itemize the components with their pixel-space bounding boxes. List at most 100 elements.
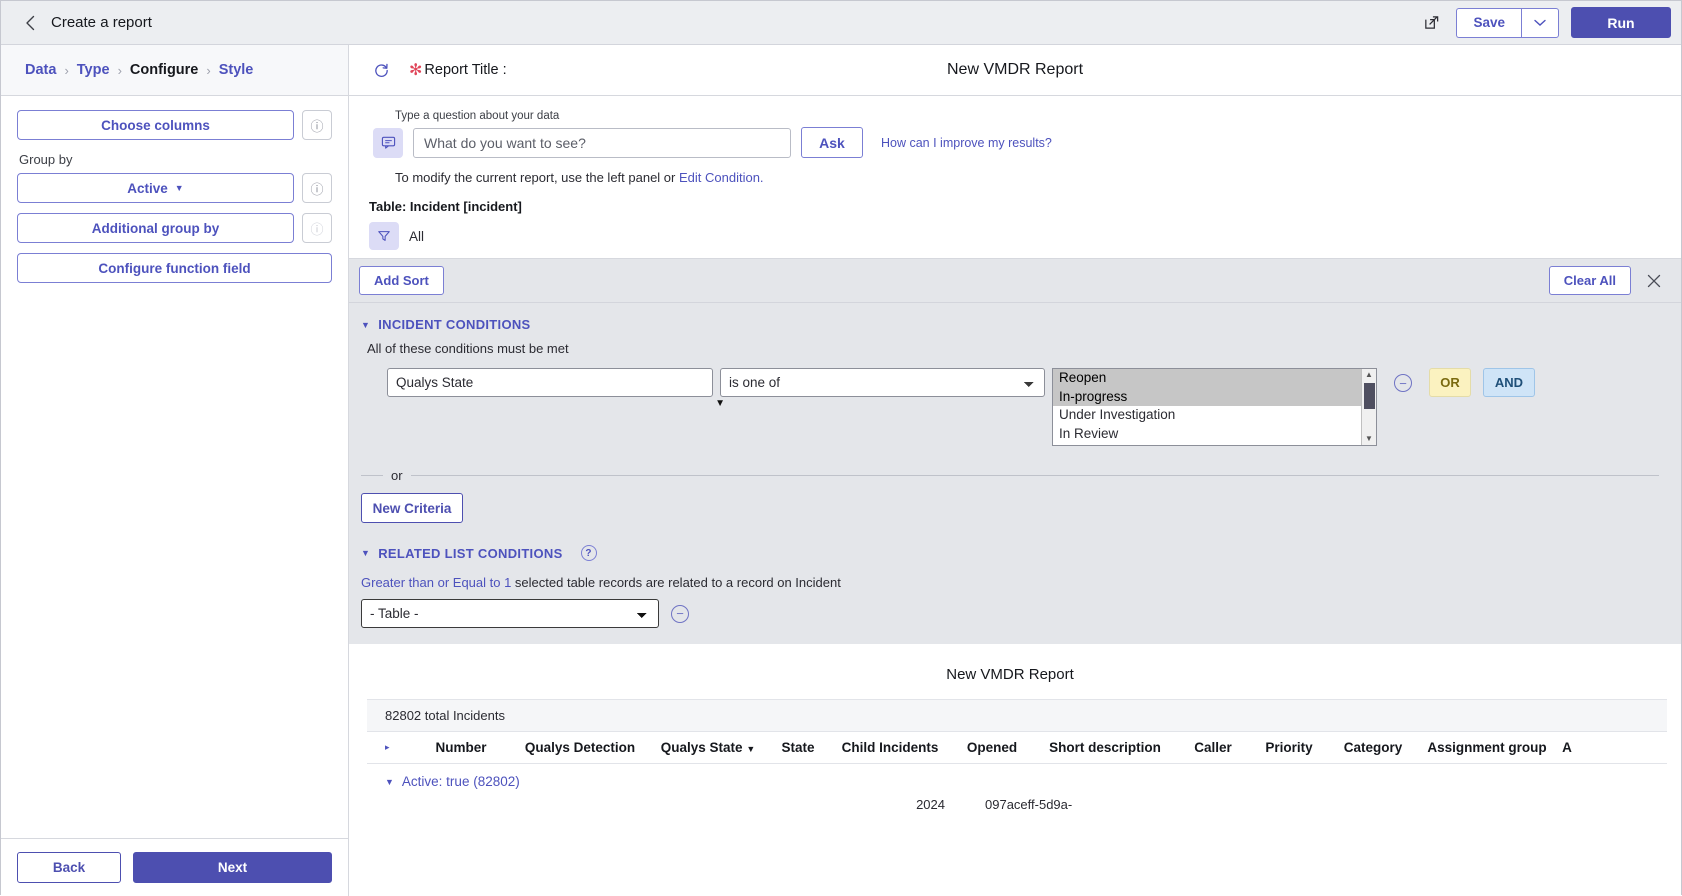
choose-columns-button[interactable]: Choose columns (17, 110, 294, 140)
group-by-value: Active (127, 181, 168, 196)
column-header-qualys-state[interactable]: Qualys State ▼ (649, 740, 767, 755)
preview-total: 82802 total Incidents (367, 699, 1667, 732)
info-icon[interactable]: ⓘ (302, 110, 332, 140)
ask-button[interactable]: Ask (801, 127, 863, 158)
divider-line (411, 475, 1659, 476)
remove-condition-icon[interactable]: − (1394, 374, 1412, 392)
page-title: Create a report (51, 14, 152, 31)
info-icon[interactable]: ⓘ (302, 213, 332, 243)
chevron-left-icon[interactable] (19, 12, 41, 34)
triangle-down-icon: ▼ (361, 320, 370, 330)
condition-value-option[interactable]: In Review (1053, 425, 1376, 444)
report-title-bar: ✻ Report Title : New VMDR Report (349, 45, 1681, 95)
breadcrumb-separator: › (118, 63, 122, 78)
condition-field-input[interactable] (387, 368, 713, 397)
related-table-select[interactable]: - Table - (361, 599, 659, 628)
related-list-count-link[interactable]: Greater than or Equal to 1 (361, 575, 511, 590)
configure-function-field-row: Configure function field (17, 253, 332, 283)
improve-results-link[interactable]: How can I improve my results? (881, 136, 1052, 150)
chevron-down-icon[interactable] (1521, 8, 1559, 38)
related-list-note: Greater than or Equal to 1 selected tabl… (349, 561, 1681, 590)
group-by-label: Group by (19, 152, 332, 167)
question-circle-icon[interactable]: ? (581, 545, 597, 561)
table-row: 2024 097aceff-5d9a- (367, 789, 1681, 812)
save-button-group: Save (1456, 8, 1559, 38)
triangle-down-icon: ▼ (361, 548, 370, 558)
and-button[interactable]: AND (1483, 368, 1535, 397)
filter-row: All (359, 214, 1681, 258)
related-list-conditions-heading[interactable]: ▼ RELATED LIST CONDITIONS ? (349, 523, 1681, 561)
next-button[interactable]: Next (133, 852, 332, 883)
edit-condition-link[interactable]: Edit Condition. (679, 170, 764, 185)
breadcrumb-step-data[interactable]: Data (25, 62, 56, 78)
remove-related-list-icon[interactable]: − (671, 605, 689, 623)
info-icon[interactable]: ⓘ (302, 173, 332, 203)
clear-all-button[interactable]: Clear All (1549, 266, 1631, 295)
column-header-short-description[interactable]: Short description (1033, 740, 1177, 755)
report-title-label: Report Title : (424, 62, 506, 78)
column-header-caller[interactable]: Caller (1177, 740, 1249, 755)
multiselect-scrollbar[interactable]: ▲ ▼ (1361, 369, 1376, 445)
save-button[interactable]: Save (1456, 8, 1521, 38)
close-icon[interactable] (1641, 268, 1667, 294)
preview-group-link[interactable]: Active: true (82802) (402, 774, 520, 789)
column-header-opened[interactable]: Opened (951, 740, 1033, 755)
breadcrumb-step-configure[interactable]: Configure (130, 62, 198, 78)
new-criteria-button[interactable]: New Criteria (361, 493, 463, 523)
back-button[interactable]: Back (17, 852, 121, 883)
external-link-icon[interactable] (1418, 10, 1444, 36)
run-button[interactable]: Run (1571, 7, 1671, 38)
column-header-assignment-group[interactable]: Assignment group (1417, 740, 1557, 755)
triangle-down-icon[interactable]: ▼ (1365, 433, 1373, 445)
incident-conditions-heading[interactable]: ▼ INCIDENT CONDITIONS (349, 303, 1681, 332)
condition-value-option[interactable]: Under Investigation (1053, 406, 1376, 425)
column-header-truncated[interactable]: A (1557, 740, 1577, 755)
column-header-qualys-state-label: Qualys State (661, 740, 743, 755)
condition-value-option[interactable]: In-progress (1053, 388, 1376, 407)
scrollbar-thumb[interactable] (1364, 383, 1375, 409)
chat-icon[interactable] (373, 128, 403, 158)
add-sort-button[interactable]: Add Sort (359, 266, 444, 295)
column-header-child-incidents[interactable]: Child Incidents (829, 740, 951, 755)
triangle-up-icon[interactable]: ▲ (1365, 369, 1373, 381)
related-list-note-rest: selected table records are related to a … (511, 575, 841, 590)
breadcrumb: Data › Type › Configure › Style (1, 45, 349, 95)
column-header-category[interactable]: Category (1329, 740, 1417, 755)
preview-title: New VMDR Report (349, 644, 1671, 699)
ask-input[interactable] (413, 128, 791, 158)
modify-note-text: To modify the current report, use the le… (395, 170, 679, 185)
additional-group-by-button[interactable]: Additional group by (17, 213, 294, 243)
condition-value-option[interactable]: Reopen (1053, 369, 1376, 388)
triangle-down-icon[interactable]: ▼ (385, 777, 394, 787)
ask-hint: Type a question about your data (395, 110, 1681, 122)
incident-conditions-heading-label: INCIDENT CONDITIONS (378, 317, 530, 332)
ask-zone: Type a question about your data Ask How … (349, 96, 1681, 185)
filter-value: All (409, 229, 424, 244)
triangle-right-icon[interactable]: ▸ (385, 742, 411, 753)
column-header-priority[interactable]: Priority (1249, 740, 1329, 755)
choose-columns-row: Choose columns ⓘ (17, 110, 332, 140)
breadcrumb-separator: › (64, 63, 68, 78)
column-header-state[interactable]: State (767, 740, 829, 755)
group-by-select[interactable]: Active ▼ (17, 173, 294, 203)
row-opened-year: 2024 (385, 797, 945, 812)
configure-function-field-button[interactable]: Configure function field (17, 253, 332, 283)
required-marker-icon: ✻ (409, 60, 422, 80)
report-preview: New VMDR Report 82802 total Incidents ▸ … (349, 644, 1681, 812)
column-header-number[interactable]: Number (411, 740, 511, 755)
main-panel: Type a question about your data Ask How … (349, 96, 1681, 896)
group-by-row: Active ▼ ⓘ (17, 173, 332, 203)
wizard-strip: Data › Type › Configure › Style ✻ Report… (1, 45, 1681, 96)
condition-value-multiselect[interactable]: Reopen In-progress Under Investigation I… (1052, 368, 1377, 446)
or-button[interactable]: OR (1429, 368, 1471, 397)
funnel-icon[interactable] (369, 222, 399, 250)
breadcrumb-step-type[interactable]: Type (77, 62, 110, 78)
breadcrumb-step-style[interactable]: Style (219, 62, 254, 78)
preview-header-row: ▸ Number Qualys Detection Qualys State ▼… (367, 732, 1667, 764)
column-header-qualys-detection[interactable]: Qualys Detection (511, 740, 649, 755)
condition-operator-select[interactable]: is one of (720, 368, 1045, 397)
triangle-down-icon[interactable]: ▼ (715, 398, 725, 409)
incident-conditions-subtitle: All of these conditions must be met (349, 332, 1681, 356)
refresh-icon[interactable] (369, 58, 393, 82)
related-list-row: - Table - − (349, 590, 1681, 644)
